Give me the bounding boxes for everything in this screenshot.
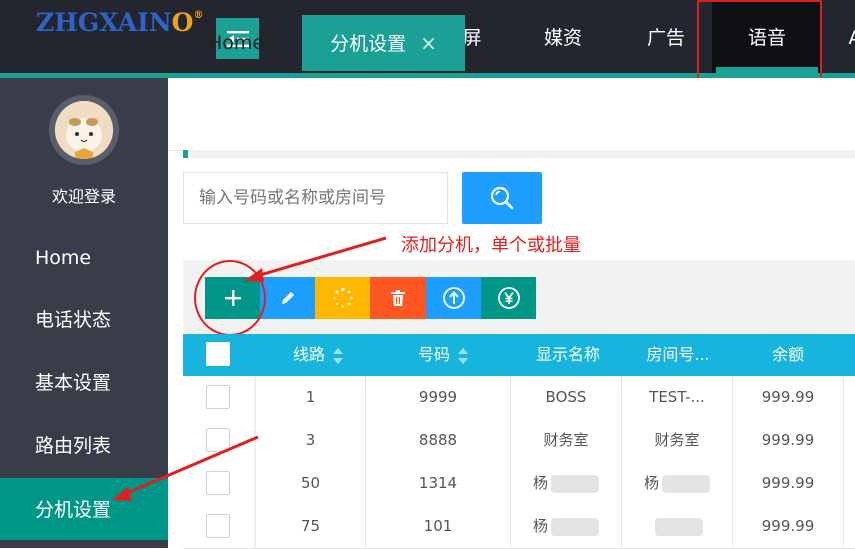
arrow-to-add-button xyxy=(249,236,387,280)
arrowhead xyxy=(244,268,264,282)
arrowhead xyxy=(112,487,132,501)
arrow-to-extension-menu xyxy=(119,435,259,498)
annotation-arrows xyxy=(112,236,387,501)
